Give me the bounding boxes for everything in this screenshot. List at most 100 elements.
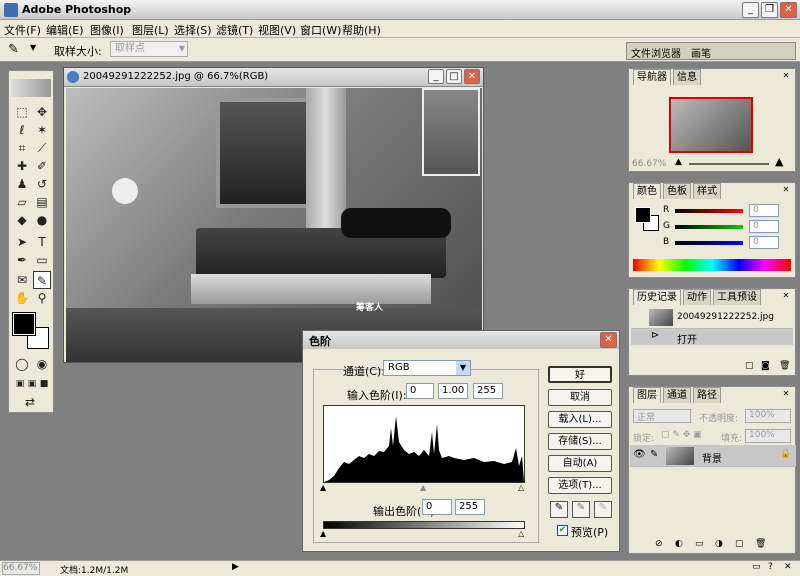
- path-select-icon[interactable]: ➤: [13, 233, 31, 251]
- delete-layer-icon[interactable]: 🗑: [755, 539, 766, 549]
- gray-eyedropper-icon[interactable]: ✎: [572, 501, 590, 518]
- output-white-field[interactable]: 255: [455, 499, 485, 515]
- fill-field[interactable]: 100%: [745, 429, 791, 443]
- tab-swatches[interactable]: 色板: [663, 183, 691, 199]
- eyedropper-tool-icon[interactable]: ✎: [8, 42, 19, 57]
- shape-tool-icon[interactable]: ▭: [33, 251, 51, 269]
- mini-minimize-icon[interactable]: ▭: [752, 562, 761, 572]
- preview-checkbox[interactable]: ✔: [557, 525, 568, 536]
- notes-tool-icon[interactable]: ✉: [13, 271, 31, 289]
- sample-size-select[interactable]: 取样点 ▼: [110, 41, 188, 57]
- history-step-row[interactable]: ⊳ 打开: [631, 329, 793, 346]
- menu-select[interactable]: 选择(S): [174, 22, 212, 38]
- status-zoom[interactable]: 66.67%: [2, 562, 40, 575]
- output-black-field[interactable]: 0: [422, 499, 452, 515]
- zoom-out-icon[interactable]: ▲: [675, 157, 682, 167]
- color-foreground-swatch[interactable]: [635, 207, 651, 223]
- eyedropper-icon[interactable]: ✎: [33, 271, 51, 289]
- layer-style-icon[interactable]: ⊘: [655, 539, 663, 549]
- menu-filter[interactable]: 滤镜(T): [216, 22, 253, 38]
- b-slider[interactable]: [675, 241, 743, 245]
- navigator-thumbnail[interactable]: [669, 97, 753, 153]
- status-menu-arrow-icon[interactable]: ▶: [232, 562, 239, 572]
- trash-icon[interactable]: 🗑: [779, 361, 790, 371]
- minimize-button[interactable]: _: [742, 2, 759, 18]
- menu-window[interactable]: 窗口(W): [300, 22, 341, 38]
- save-button[interactable]: 存储(S)...: [548, 433, 612, 450]
- document-canvas[interactable]: 筹客人: [66, 88, 482, 362]
- lock-icons[interactable]: ▢ ✎ ✥ ▣: [661, 430, 702, 440]
- stamp-tool-icon[interactable]: ♟: [13, 175, 31, 193]
- tab-navigator[interactable]: 导航器: [633, 69, 671, 85]
- input-black-slider[interactable]: ▲: [320, 483, 326, 492]
- input-white-field[interactable]: 255: [473, 383, 503, 399]
- new-set-icon[interactable]: ▭: [695, 539, 704, 549]
- panel-close-icon[interactable]: ✕: [781, 185, 791, 195]
- tab-file-browser[interactable]: 文件浏览器: [631, 45, 681, 60]
- adjustment-icon[interactable]: ◑: [715, 539, 723, 549]
- g-value-field[interactable]: 0: [749, 220, 779, 233]
- tab-layers[interactable]: 图层: [633, 387, 661, 403]
- mask-icon[interactable]: ◐: [675, 539, 683, 549]
- eye-icon[interactable]: 👁: [633, 449, 646, 460]
- cancel-button[interactable]: 取消: [548, 389, 612, 406]
- zoom-slider[interactable]: [689, 163, 769, 165]
- hand-tool-icon[interactable]: ✋: [13, 289, 31, 307]
- tab-history[interactable]: 历史记录: [633, 289, 681, 305]
- input-white-slider[interactable]: △: [518, 483, 524, 492]
- mini-close-icon[interactable]: ✕: [784, 562, 792, 572]
- tab-styles[interactable]: 样式: [693, 183, 721, 199]
- tab-paths[interactable]: 路径: [693, 387, 721, 403]
- doc-maximize-button[interactable]: □: [446, 69, 462, 84]
- crop-tool-icon[interactable]: ⌗: [13, 139, 31, 157]
- menu-image[interactable]: 图像(I): [90, 22, 124, 38]
- input-gamma-field[interactable]: 1.00: [438, 383, 468, 399]
- panel-close-icon[interactable]: ✕: [781, 71, 791, 81]
- healing-brush-icon[interactable]: ✚: [13, 157, 31, 175]
- lasso-tool-icon[interactable]: ℓ: [13, 121, 31, 139]
- menu-view[interactable]: 视图(V): [258, 22, 296, 38]
- auto-button[interactable]: 自动(A): [548, 455, 612, 472]
- menu-layer[interactable]: 图层(L): [132, 22, 169, 38]
- brush-tool-icon[interactable]: ✐: [33, 157, 51, 175]
- menu-edit[interactable]: 编辑(E): [46, 22, 84, 38]
- doc-close-button[interactable]: ✕: [464, 69, 480, 84]
- screen-mode-full-icon[interactable]: ■: [35, 375, 53, 393]
- blur-tool-icon[interactable]: ◆: [13, 211, 31, 229]
- color-spectrum-bar[interactable]: [633, 259, 791, 271]
- close-button[interactable]: ✕: [780, 2, 797, 18]
- history-brush-icon[interactable]: ↺: [33, 175, 51, 193]
- new-document-icon[interactable]: ▢: [745, 361, 754, 371]
- mini-help-icon[interactable]: ?: [768, 562, 773, 572]
- type-tool-icon[interactable]: T: [33, 233, 51, 251]
- menu-help[interactable]: 帮助(H): [342, 22, 381, 38]
- panel-close-icon[interactable]: ✕: [781, 389, 791, 399]
- panel-close-icon[interactable]: ✕: [781, 291, 791, 301]
- g-slider[interactable]: [675, 225, 743, 229]
- opacity-field[interactable]: 100%: [745, 409, 791, 423]
- preview-label[interactable]: 预览(P): [571, 524, 608, 540]
- move-tool-icon[interactable]: ✥: [33, 103, 51, 121]
- zoom-in-icon[interactable]: ▲: [775, 155, 783, 168]
- new-layer-icon[interactable]: ▢: [735, 539, 744, 549]
- tool-preset-dropdown-icon[interactable]: ▼: [30, 43, 36, 52]
- input-gamma-slider[interactable]: ▲: [420, 483, 426, 492]
- doc-minimize-button[interactable]: _: [428, 69, 444, 84]
- marquee-tool-icon[interactable]: ⬚: [13, 103, 31, 121]
- load-button[interactable]: 载入(L)...: [548, 411, 612, 428]
- history-snapshot-row[interactable]: 20049291222252.jpg: [631, 307, 793, 329]
- tab-actions[interactable]: 动作: [683, 289, 711, 305]
- eraser-tool-icon[interactable]: ▱: [13, 193, 31, 211]
- restore-button[interactable]: ❐: [761, 2, 778, 18]
- tab-tool-presets[interactable]: 工具预设: [713, 289, 761, 305]
- blend-mode-select[interactable]: 正常: [633, 409, 691, 423]
- jump-to-imageready-icon[interactable]: ⇄: [21, 393, 39, 411]
- pen-tool-icon[interactable]: ✒: [13, 251, 31, 269]
- magic-wand-icon[interactable]: ✶: [33, 121, 51, 139]
- foreground-color-swatch[interactable]: [12, 312, 36, 336]
- output-white-slider[interactable]: △: [518, 529, 524, 538]
- tab-channels[interactable]: 通道: [663, 387, 691, 403]
- black-eyedropper-icon[interactable]: ✎: [550, 501, 568, 518]
- tab-color[interactable]: 颜色: [633, 183, 661, 199]
- zoom-tool-icon[interactable]: ⚲: [33, 289, 51, 307]
